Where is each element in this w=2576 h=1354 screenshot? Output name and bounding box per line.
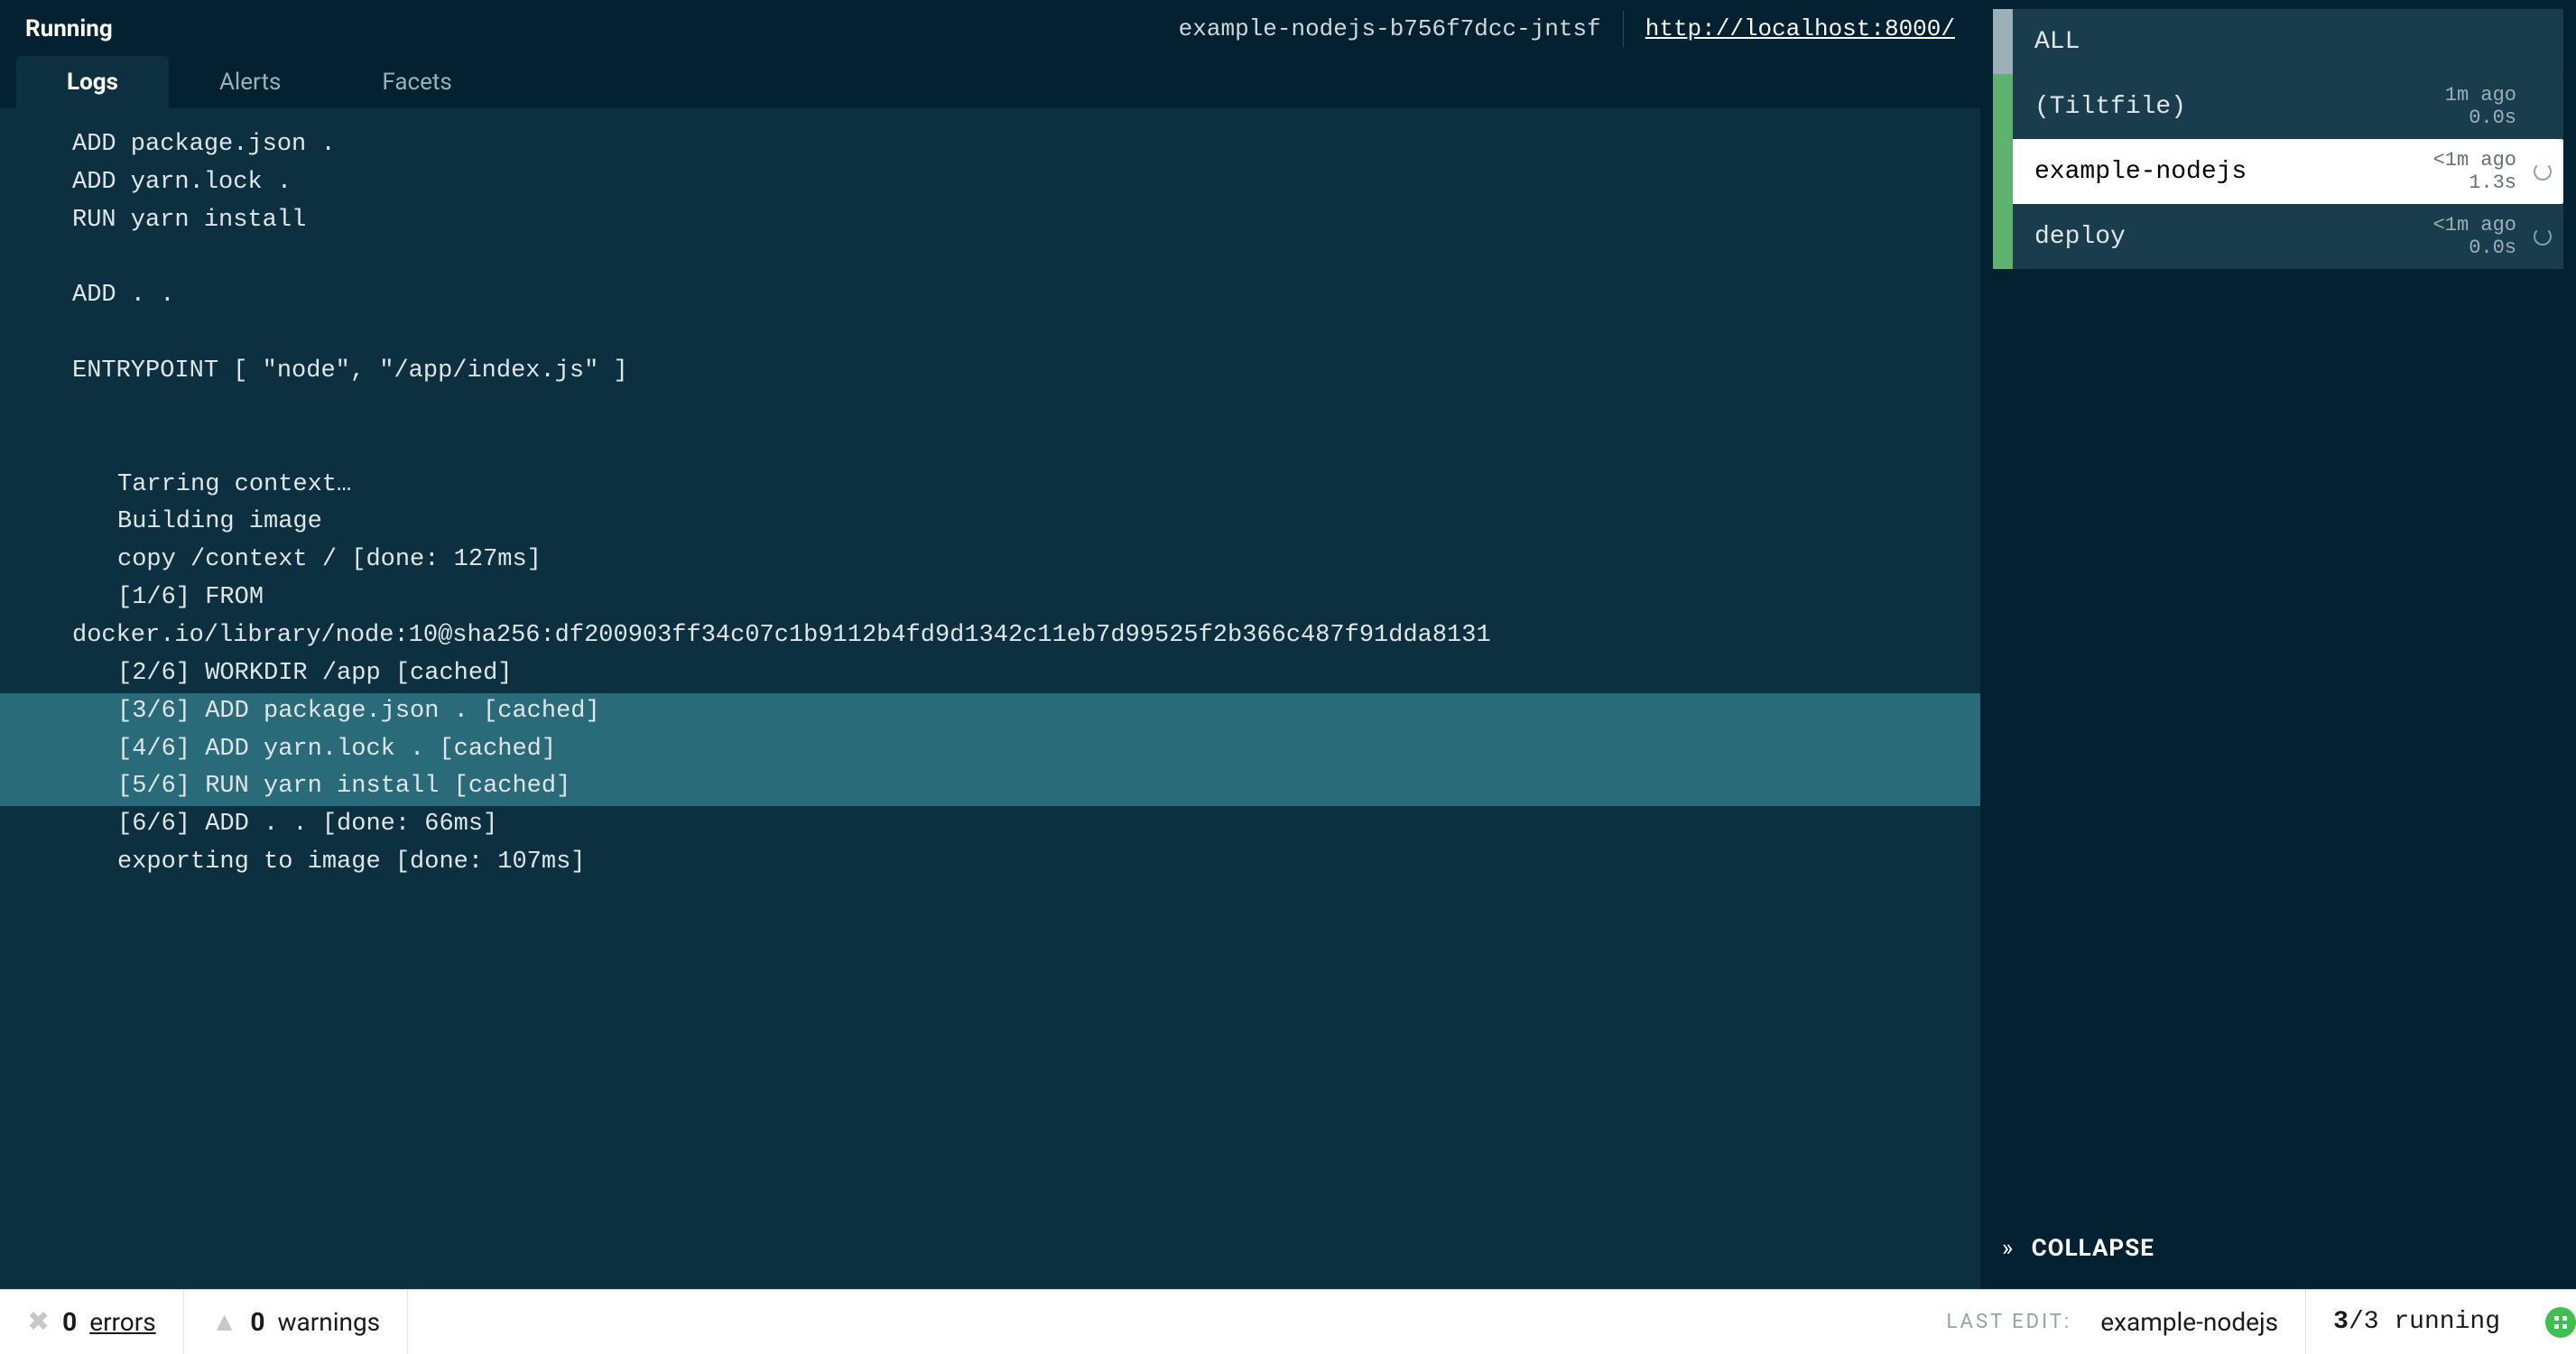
pod-name: example-nodejs-b756f7dcc-jntsf (1179, 15, 1601, 42)
log-line: [4/6] ADD yarn.lock . [cached] (0, 731, 1980, 769)
status-title: Running (25, 15, 113, 42)
log-line: [5/6] RUN yarn install [cached] (0, 768, 1980, 806)
tab-bar: LogsAlertsFacets (0, 58, 1980, 108)
log-line: [1/6] FROM (0, 580, 1980, 617)
status-handle (1993, 9, 2013, 74)
last-edit-value: example-nodejs (2100, 1307, 2278, 1337)
error-icon: ✖ (27, 1306, 50, 1338)
refresh-icon[interactable] (2531, 162, 2563, 181)
status-handle (1993, 139, 2013, 204)
log-line: RUN yarn install (0, 202, 1980, 240)
errors-label: errors (89, 1307, 155, 1337)
status-handle (1993, 74, 2013, 139)
refresh-icon[interactable] (2531, 227, 2563, 246)
log-line: [2/6] WORKDIR /app [cached] (0, 655, 1980, 693)
last-edit-cell: LAST EDIT: example-nodejs (1920, 1290, 2307, 1354)
log-line (0, 315, 1980, 353)
sidebar-item-label: (Tiltfile) (2013, 93, 2445, 121)
log-pane[interactable]: ADD package.json .ADD yarn.lock .RUN yar… (0, 108, 1980, 1289)
resource-sidebar: ALL(Tiltfile)1m ago0.0sexample-nodejs<1m… (1980, 0, 2576, 1289)
log-line (0, 429, 1980, 467)
errors-count: 0 (62, 1307, 77, 1337)
log-line: ADD package.json . (0, 126, 1980, 164)
collapse-button[interactable]: » COLLAPSE (1993, 1217, 2563, 1280)
sidebar-item-examplenodejs[interactable]: example-nodejs<1m ago1.3s (1993, 139, 2563, 204)
endpoint-url[interactable]: http://localhost:8000/ (1645, 15, 1955, 42)
collapse-label: COLLAPSE (2032, 1235, 2154, 1262)
sidebar-item-deploy[interactable]: deploy<1m ago0.0s (1993, 204, 2563, 269)
log-line: [6/6] ADD . . [done: 66ms] (0, 806, 1980, 844)
sidebar-item-meta: <1m ago1.3s (2433, 149, 2531, 195)
tab-alerts[interactable]: Alerts (169, 56, 331, 108)
log-line: [3/6] ADD package.json . [cached] (0, 693, 1980, 731)
header-divider (1623, 11, 1624, 47)
sidebar-item-label: example-nodejs (2013, 158, 2433, 186)
log-line: docker.io/library/node:10@sha256:df20090… (0, 617, 1980, 655)
tab-facets[interactable]: Facets (331, 56, 502, 108)
chevron-right-icon: » (2002, 1235, 2014, 1262)
sidebar-item-label: ALL (2013, 28, 2531, 56)
log-line (0, 240, 1980, 278)
status-footer: ✖ 0 errors ▲ 0 warnings LAST EDIT: examp… (0, 1289, 2576, 1354)
sidebar-item-all[interactable]: ALL (1993, 9, 2563, 74)
log-line (0, 391, 1980, 429)
sidebar-item-tiltfile[interactable]: (Tiltfile)1m ago0.0s (1993, 74, 2563, 139)
log-line: ADD yarn.lock . (0, 164, 1980, 202)
sidebar-item-meta: 1m ago0.0s (2445, 84, 2531, 130)
errors-cell[interactable]: ✖ 0 errors (0, 1290, 184, 1354)
warnings-count: 0 (250, 1307, 264, 1337)
sidebar-item-meta: <1m ago0.0s (2433, 214, 2531, 260)
warning-icon: ▲ (211, 1306, 238, 1338)
header-bar: Running example-nodejs-b756f7dcc-jntsf h… (0, 0, 1980, 58)
log-line: ENTRYPOINT [ "node", "/app/index.js" ] (0, 353, 1980, 391)
log-line: ADD . . (0, 277, 1980, 315)
status-handle (1993, 204, 2013, 269)
warnings-cell[interactable]: ▲ 0 warnings (184, 1290, 408, 1354)
last-edit-label: LAST EDIT: (1947, 1311, 2072, 1333)
log-line: Building image (0, 504, 1980, 542)
log-line: copy /context / [done: 127ms] (0, 542, 1980, 580)
running-status: 3/3 running (2306, 1308, 2527, 1336)
warnings-label: warnings (277, 1307, 380, 1337)
tab-logs[interactable]: Logs (16, 56, 169, 108)
sidebar-item-label: deploy (2013, 223, 2433, 251)
log-line: exporting to image [done: 107ms] (0, 844, 1980, 882)
log-line: Tarring context… (0, 467, 1980, 505)
status-indicator-icon (2545, 1307, 2576, 1338)
